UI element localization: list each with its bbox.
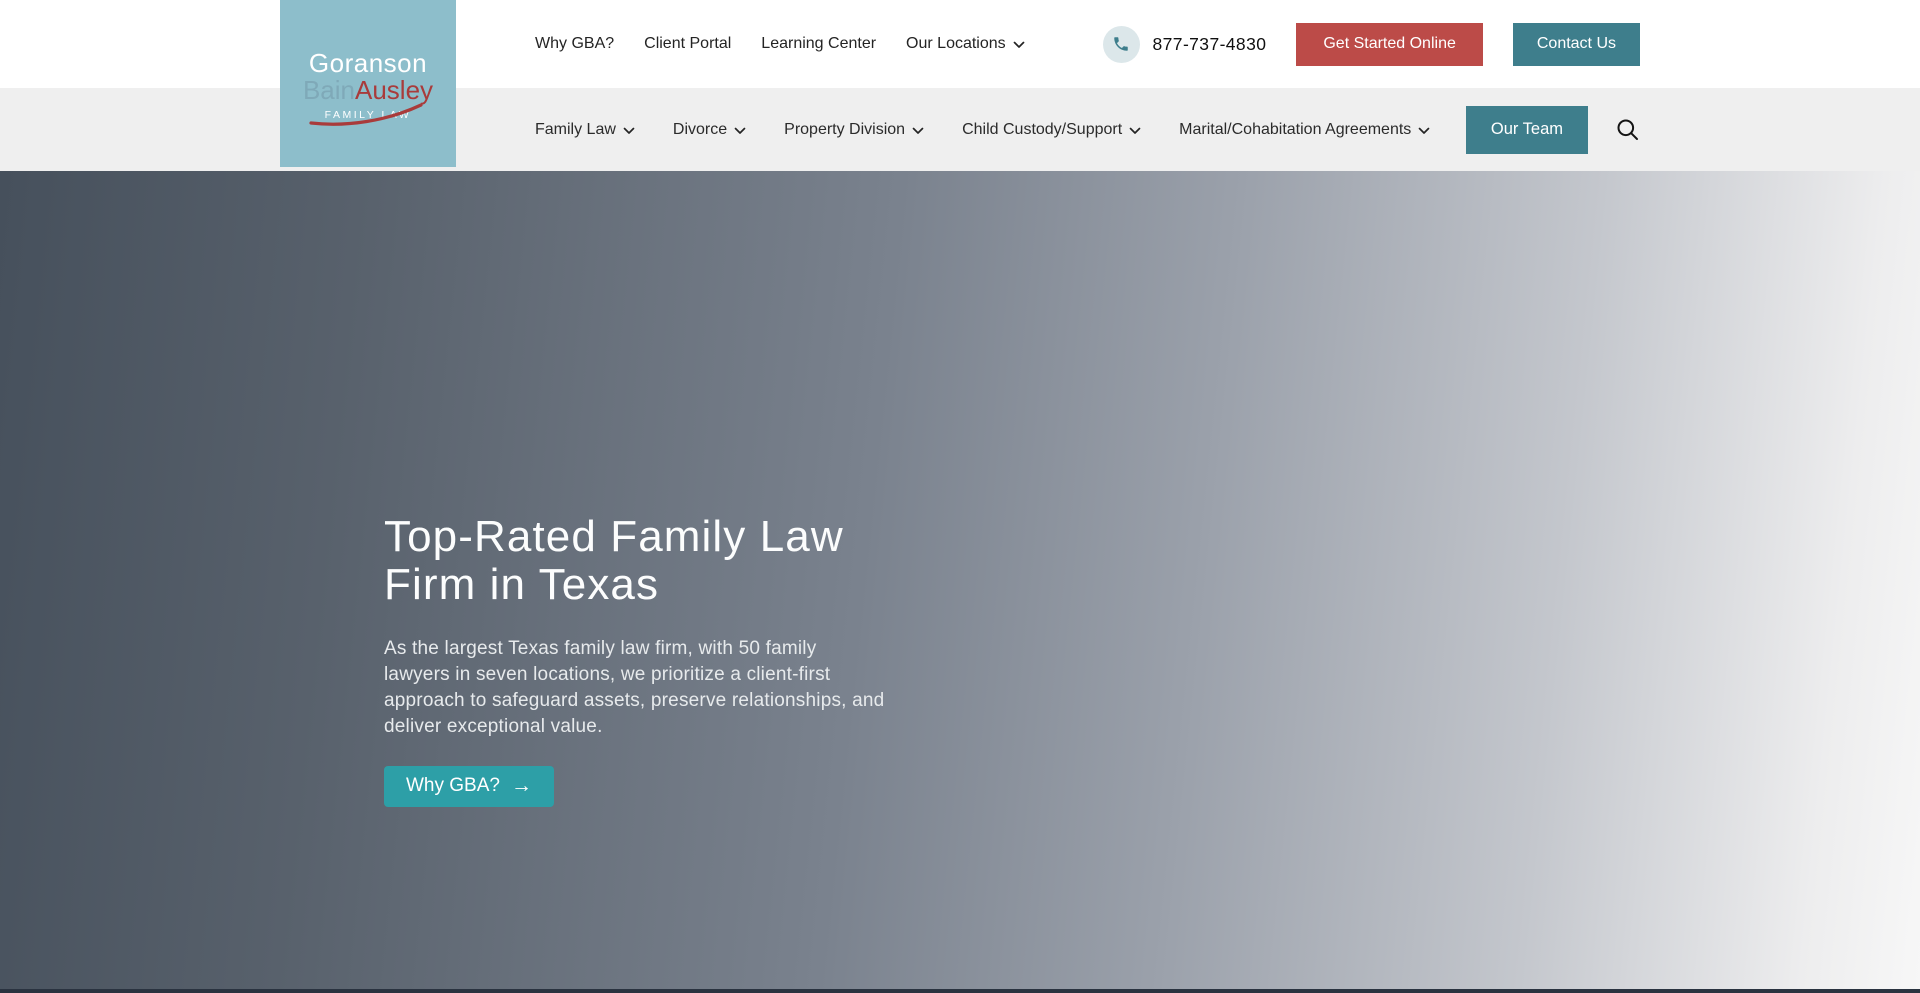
- chevron-down-icon: [1013, 41, 1025, 49]
- our-team-button[interactable]: Our Team: [1466, 106, 1588, 154]
- logo[interactable]: Goranson BainAusley FAMILY LAW: [280, 0, 456, 167]
- logo-text: Goranson BainAusley FAMILY LAW: [280, 50, 456, 123]
- main-nav-actions: Our Team: [1466, 88, 1640, 171]
- arrow-right-icon: →: [511, 775, 532, 796]
- logo-line2: BainAusley: [303, 75, 433, 105]
- hero-paragraph: As the largest Texas family law firm, wi…: [384, 636, 886, 740]
- chevron-down-icon: [623, 127, 635, 135]
- chevron-down-icon: [1129, 127, 1141, 135]
- search-button[interactable]: [1615, 117, 1640, 142]
- why-gba-cta-button[interactable]: Why GBA? →: [384, 766, 554, 807]
- chevron-down-icon: [1418, 127, 1430, 135]
- next-section-edge: [0, 989, 1920, 993]
- get-started-online-button[interactable]: Get Started Online: [1296, 23, 1483, 66]
- hero-title: Top-Rated Family Law Firm in Texas: [384, 513, 944, 610]
- utility-nav: Why GBA? Client Portal Learning Center O…: [535, 0, 1025, 88]
- phone-number-link[interactable]: 877-737-4830: [1153, 34, 1267, 55]
- main-nav-items: Family Law Divorce Property Division Chi…: [535, 88, 1430, 171]
- nav-client-portal[interactable]: Client Portal: [644, 35, 731, 53]
- nav-our-locations[interactable]: Our Locations: [906, 35, 1025, 53]
- nav-divorce[interactable]: Divorce: [673, 121, 746, 139]
- chevron-down-icon: [912, 127, 924, 135]
- nav-marital-cohabitation-agreements[interactable]: Marital/Cohabitation Agreements: [1179, 121, 1430, 139]
- contact-us-button[interactable]: Contact Us: [1513, 23, 1640, 66]
- search-icon: [1615, 117, 1640, 142]
- phone-icon: [1103, 26, 1140, 63]
- nav-child-custody-support[interactable]: Child Custody/Support: [962, 121, 1141, 139]
- hero-section: Top-Rated Family Law Firm in Texas As th…: [0, 171, 1920, 989]
- phone-group: 877-737-4830: [1103, 26, 1267, 63]
- logo-swoosh-icon: [307, 103, 427, 129]
- header-actions: 877-737-4830 Get Started Online Contact …: [1103, 0, 1640, 88]
- nav-property-division[interactable]: Property Division: [784, 121, 924, 139]
- logo-line1: Goranson: [309, 48, 427, 78]
- logo-tagline: FAMILY LAW: [325, 109, 412, 121]
- chevron-down-icon: [734, 127, 746, 135]
- nav-family-law[interactable]: Family Law: [535, 121, 635, 139]
- header: Goranson BainAusley FAMILY LAW Why GBA? …: [0, 0, 1920, 88]
- nav-learning-center[interactable]: Learning Center: [761, 35, 876, 53]
- hero-content: Top-Rated Family Law Firm in Texas As th…: [384, 513, 944, 807]
- nav-why-gba[interactable]: Why GBA?: [535, 35, 614, 53]
